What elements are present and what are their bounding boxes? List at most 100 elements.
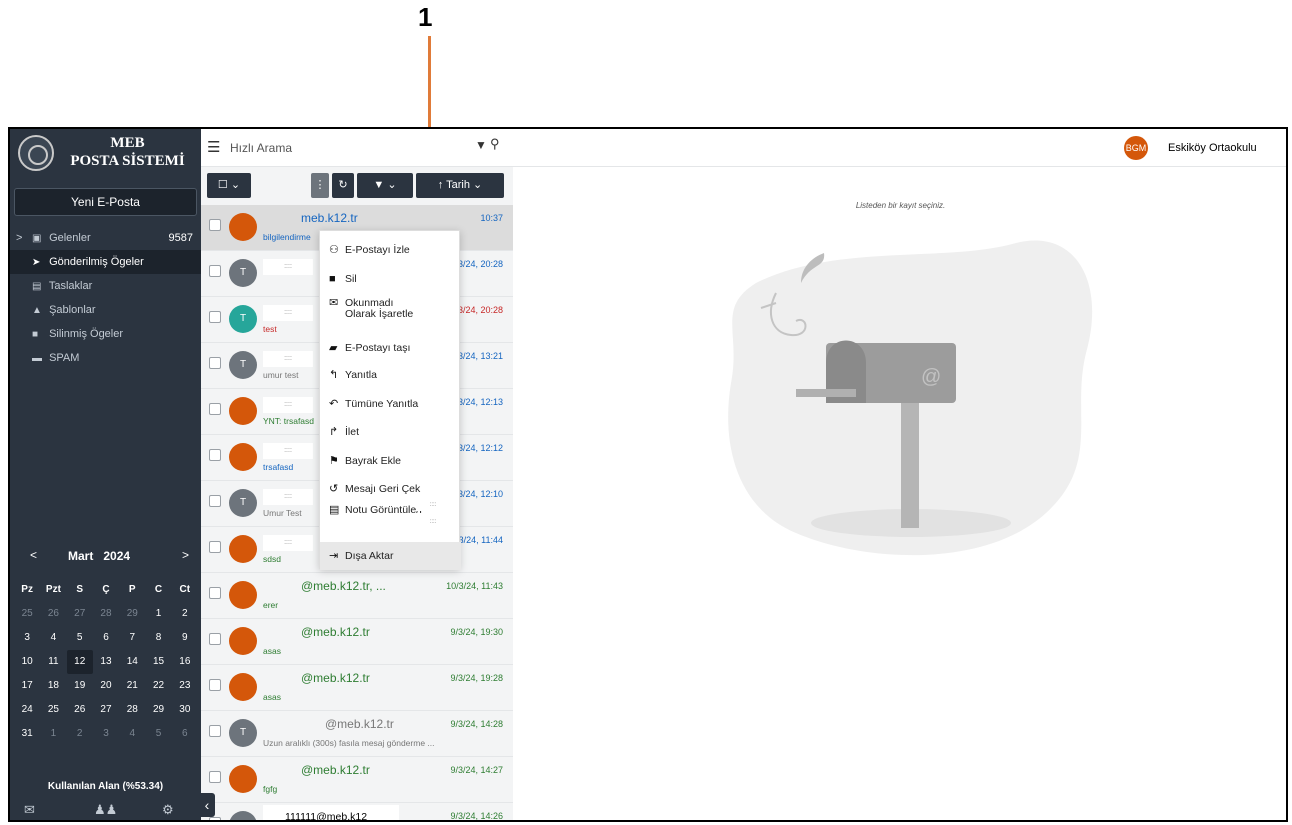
calendar-day[interactable]: 6 xyxy=(93,626,119,650)
menu-item-move-folder[interactable]: ▰ E-Postayı taşı xyxy=(320,334,461,362)
calendar-day[interactable]: 5 xyxy=(145,722,171,746)
row-checkbox[interactable] xyxy=(209,495,221,507)
menu-item-forward[interactable]: ↱ İlet xyxy=(320,418,461,446)
menu-item-envelope[interactable]: ✉ Okunmadı Olarak İşaretle xyxy=(320,295,461,325)
calendar-day[interactable]: 6 xyxy=(172,722,198,746)
menu-item-export[interactable]: ⇥ Dışa Aktar xyxy=(320,542,461,570)
calendar-day[interactable]: 1 xyxy=(145,602,171,626)
row-checkbox[interactable] xyxy=(209,449,221,461)
calendar-day[interactable]: 20 xyxy=(93,674,119,698)
calendar-day[interactable]: 21 xyxy=(119,674,145,698)
calendar-day[interactable]: 10 xyxy=(14,650,40,674)
calendar-day[interactable]: 11 xyxy=(40,650,66,674)
row-checkbox[interactable] xyxy=(209,587,221,599)
message-row[interactable]: T @meb.k12.tr 9/3/24, 14:28 Uzun aralıklı (… xyxy=(201,711,513,757)
calendar-prev-button[interactable]: < xyxy=(30,548,37,562)
row-checkbox[interactable] xyxy=(209,403,221,415)
calendar-day[interactable]: 29 xyxy=(145,698,171,722)
calendar-day[interactable]: 13 xyxy=(93,650,119,674)
calendar-day[interactable]: 22 xyxy=(145,674,171,698)
more-actions-button[interactable]: ⋮ xyxy=(311,173,329,198)
folder-label: Silinmiş Ögeler xyxy=(49,328,124,340)
calendar-next-button[interactable]: > xyxy=(182,548,189,562)
calendar-day[interactable]: 16 xyxy=(172,650,198,674)
folder-spam[interactable]: ▬ SPAM xyxy=(10,346,201,370)
calendar-day[interactable]: 25 xyxy=(14,602,40,626)
calendar-day[interactable]: 12 xyxy=(66,650,93,674)
calendar-day[interactable]: 4 xyxy=(119,722,145,746)
calendar-day[interactable]: 29 xyxy=(119,602,145,626)
message-row[interactable]: @meb.k12.tr 9/3/24, 19:30 asas xyxy=(201,619,513,665)
message-row[interactable]: @meb.k12.tr 9/3/24, 19:28 asas xyxy=(201,665,513,711)
calendar-day[interactable]: 28 xyxy=(93,602,119,626)
folder-drafts[interactable]: ▤ Taslaklar xyxy=(10,274,201,298)
folder-sent[interactable]: ➤ Gönderilmiş Ögeler xyxy=(10,250,201,274)
calendar-day[interactable]: 19 xyxy=(67,674,93,698)
calendar-day[interactable]: 18 xyxy=(40,674,66,698)
row-checkbox[interactable] xyxy=(209,679,221,691)
filter-dropdown[interactable]: ▼ ⌄ xyxy=(357,173,413,198)
select-all-dropdown[interactable]: ☐ ⌄ xyxy=(207,173,251,198)
calendar-day[interactable]: 31 xyxy=(14,722,40,746)
row-checkbox[interactable] xyxy=(209,817,221,820)
row-checkbox[interactable] xyxy=(209,311,221,323)
undo-icon: ↺ xyxy=(329,483,339,495)
calendar-day[interactable]: 9 xyxy=(172,626,198,650)
calendar-day[interactable]: 23 xyxy=(172,674,198,698)
calendar-day[interactable]: 15 xyxy=(145,650,171,674)
sender-address: 111111@meb.k12 xyxy=(263,805,399,820)
collapse-sidebar-button[interactable]: ‹ xyxy=(199,793,215,817)
calendar-day[interactable]: 26 xyxy=(67,698,93,722)
row-checkbox[interactable] xyxy=(209,219,221,231)
user-avatar[interactable]: BGM xyxy=(1124,136,1148,160)
calendar-day[interactable]: 1 xyxy=(40,722,66,746)
row-checkbox[interactable] xyxy=(209,771,221,783)
menu-item-flag[interactable]: ⚑ Bayrak Ekle xyxy=(320,447,461,475)
calendar-day[interactable]: 3 xyxy=(93,722,119,746)
calendar-day[interactable]: 7 xyxy=(119,626,145,650)
hamburger-icon[interactable]: ☰ xyxy=(207,138,220,156)
row-checkbox[interactable] xyxy=(209,633,221,645)
new-mail-button[interactable]: Yeni E-Posta xyxy=(14,188,197,216)
row-checkbox[interactable] xyxy=(209,541,221,553)
calendar-day[interactable]: 27 xyxy=(67,602,93,626)
calendar-day[interactable]: 8 xyxy=(145,626,171,650)
calendar-year: 2024 xyxy=(103,549,131,563)
menu-item-reply-all[interactable]: ↶ Tümüne Yanıtla xyxy=(320,390,461,418)
menu-item-reply[interactable]: ↰ Yanıtla xyxy=(320,361,461,389)
message-row[interactable]: @meb.k12.tr 9/3/24, 14:27 fgfg xyxy=(201,757,513,803)
row-checkbox[interactable] xyxy=(209,357,221,369)
calendar-day[interactable]: 2 xyxy=(67,722,93,746)
calendar-day[interactable]: 27 xyxy=(93,698,119,722)
menu-item-trash[interactable]: ■ Sil xyxy=(320,265,461,293)
school-name[interactable]: Eskiköy Ortaokulu xyxy=(1168,142,1257,154)
refresh-button[interactable]: ↻ xyxy=(332,173,354,198)
search-input[interactable] xyxy=(230,137,470,159)
calendar-day[interactable]: 3 xyxy=(14,626,40,650)
search-icon[interactable]: ⚲ xyxy=(490,136,500,152)
calendar-day[interactable]: 14 xyxy=(119,650,145,674)
calendar-day[interactable]: 5 xyxy=(67,626,93,650)
message-row[interactable]: @meb.k12.tr, ... 10/3/24, 11:43 erer xyxy=(201,573,513,619)
settings-icon[interactable]: ⚙ xyxy=(162,802,174,818)
calendar-day[interactable]: 4 xyxy=(40,626,66,650)
filter-icon[interactable]: ▼ xyxy=(475,138,487,152)
calendar-day[interactable]: 2 xyxy=(172,602,198,626)
calendar-day[interactable]: 30 xyxy=(172,698,198,722)
calendar-day[interactable]: 17 xyxy=(14,674,40,698)
folder-templates[interactable]: ▲ Şablonlar xyxy=(10,298,201,322)
calendar-day[interactable]: 28 xyxy=(119,698,145,722)
message-row[interactable]: T111111@meb.k129/3/24, 14:26Uzun aralıkl… xyxy=(201,803,513,820)
menu-item-binoculars[interactable]: ⚇ E-Postayı İzle xyxy=(320,236,461,264)
calendar-day[interactable]: 25 xyxy=(40,698,66,722)
calendar-day[interactable]: 26 xyxy=(40,602,66,626)
chevron-right-icon[interactable]: > xyxy=(16,226,22,250)
row-checkbox[interactable] xyxy=(209,725,221,737)
contacts-icon[interactable]: ♟♟ xyxy=(94,802,117,818)
mail-icon[interactable]: ✉ xyxy=(24,802,35,818)
calendar-day[interactable]: 24 xyxy=(14,698,40,722)
sort-dropdown[interactable]: ↑ Tarih ⌄ xyxy=(416,173,504,198)
folder-trash[interactable]: ■ Silinmiş Ögeler xyxy=(10,322,201,346)
row-checkbox[interactable] xyxy=(209,265,221,277)
folder-inbox[interactable]: > ▣ Gelenler 9587 xyxy=(10,226,201,250)
